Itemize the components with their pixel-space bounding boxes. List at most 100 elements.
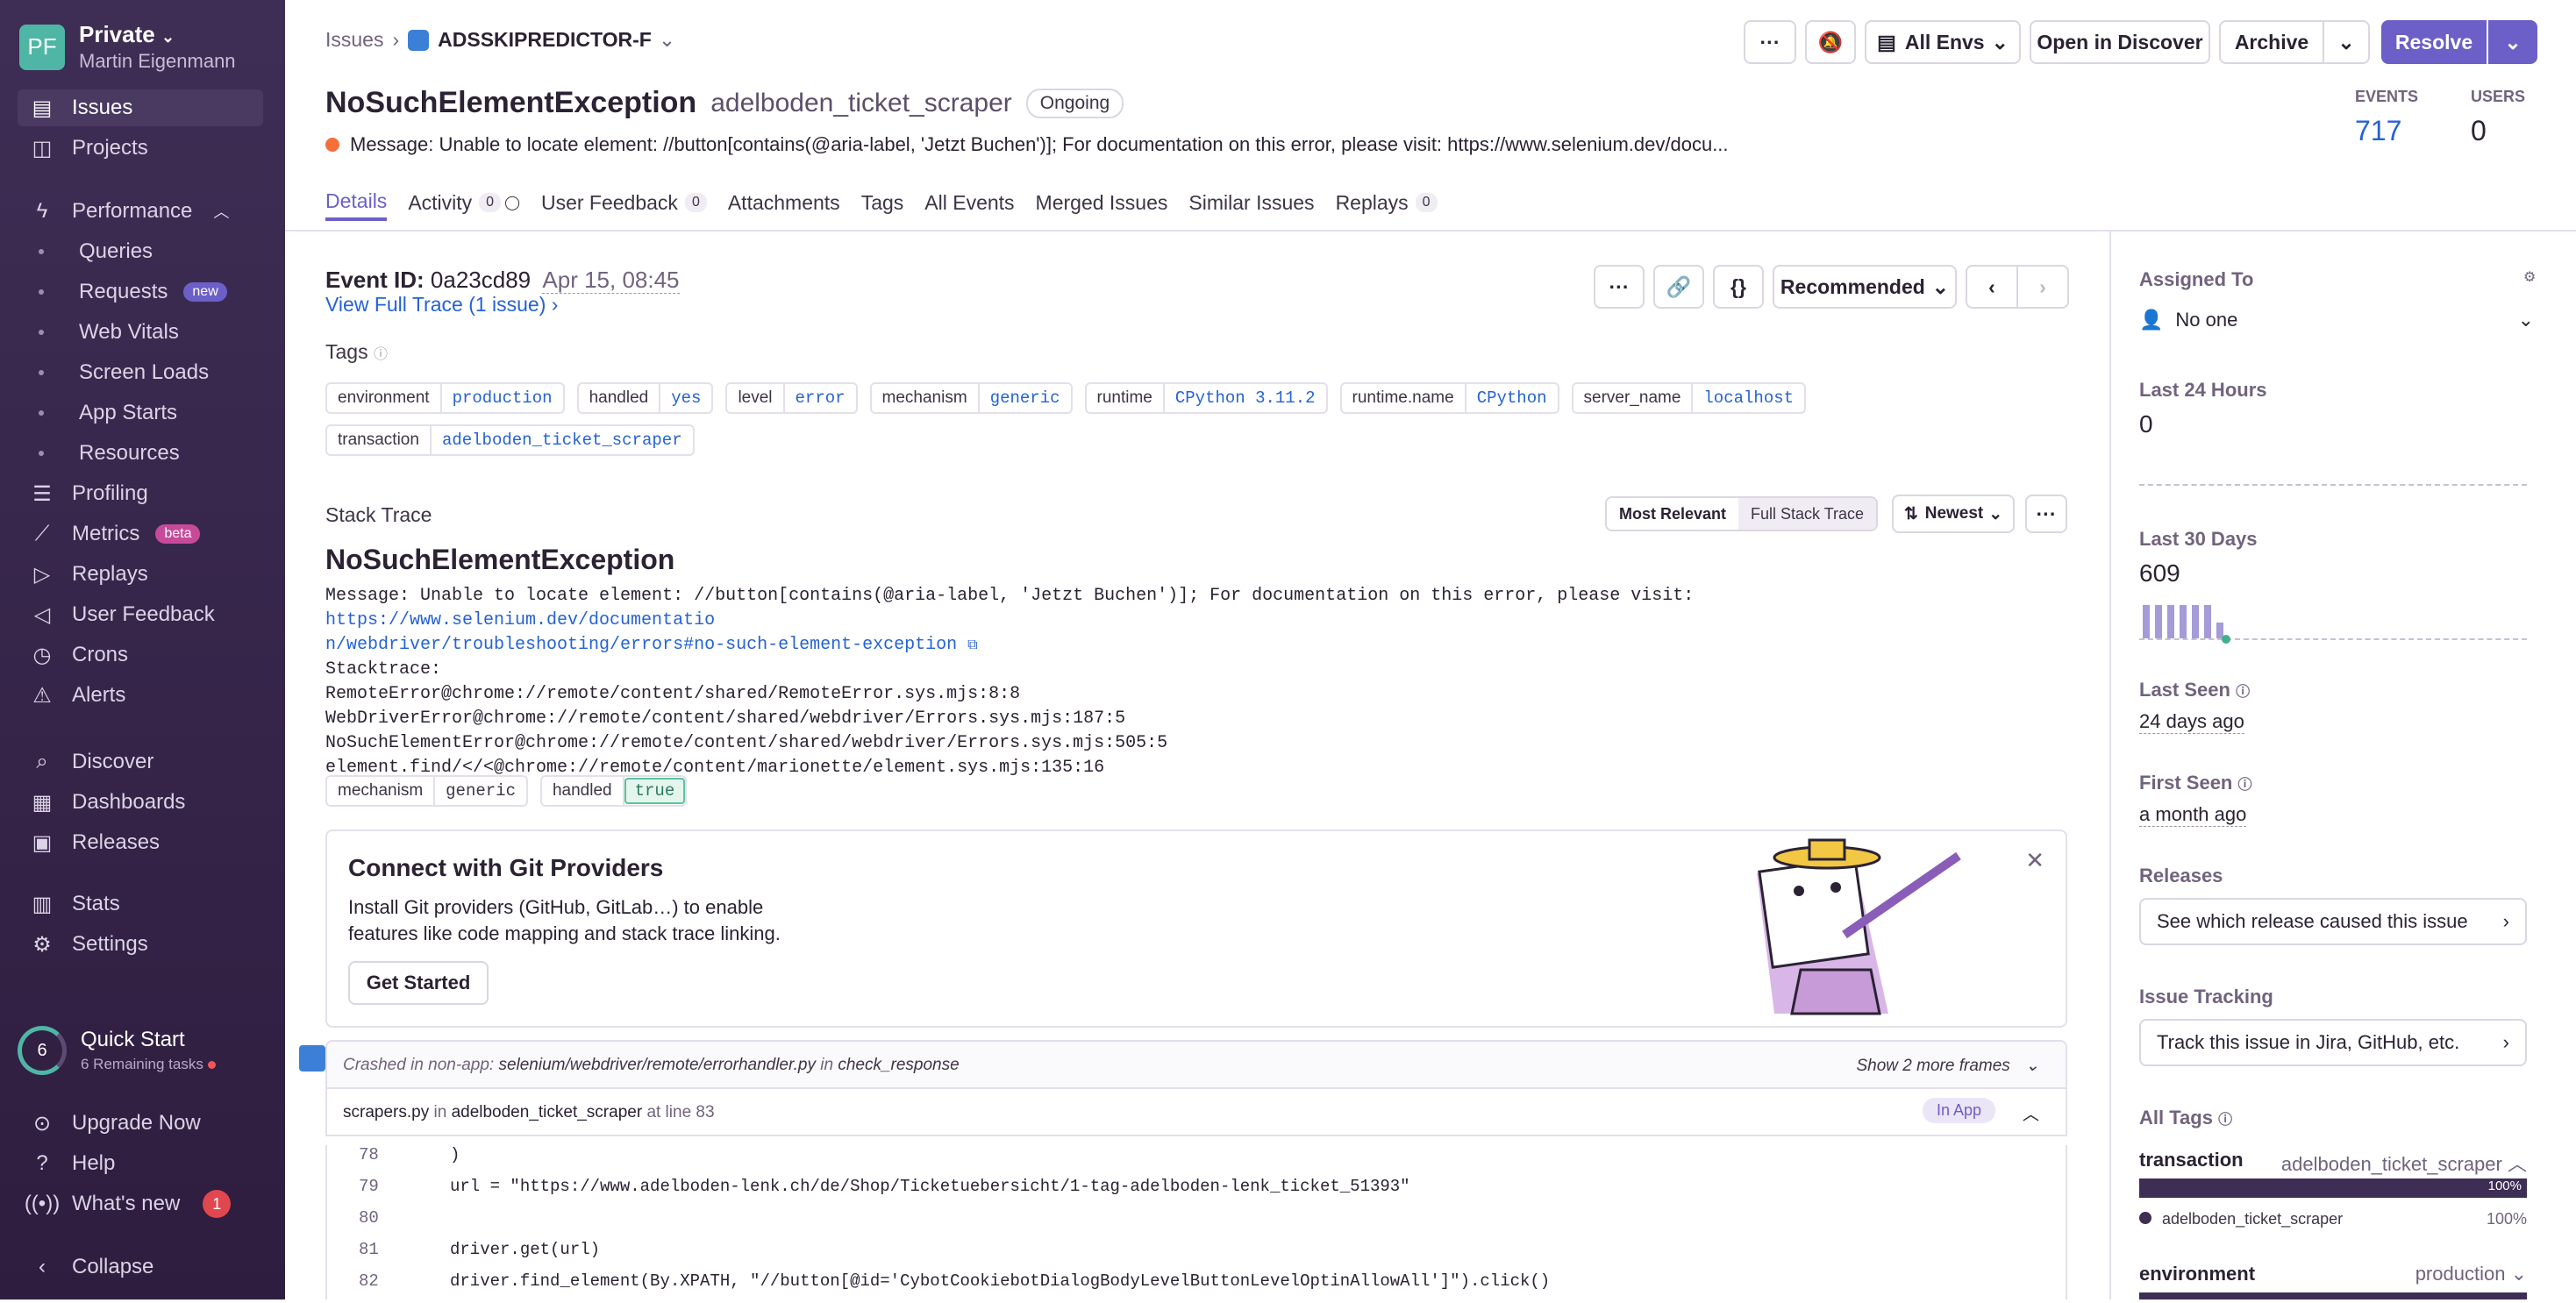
sidebar-item-app-starts[interactable]: App Starts xyxy=(18,395,263,431)
gear-icon: ⚙ xyxy=(32,932,52,957)
crashed-frame-text: Crashed in non-app: selenium/webdriver/r… xyxy=(343,1056,960,1075)
tab-all-events[interactable]: All Events xyxy=(924,184,1014,221)
crashed-in: in xyxy=(820,1056,834,1074)
close-icon[interactable]: ✕ xyxy=(2025,847,2044,874)
show-more-frames[interactable]: Show 2 more frames ⌄ xyxy=(1857,1056,2040,1076)
env-label: All Envs xyxy=(1904,30,1985,53)
mute-button[interactable]: 🔕 xyxy=(1805,20,1856,64)
view-full-trace-link[interactable]: View Full Trace (1 issue) › xyxy=(325,293,558,317)
get-started-button[interactable]: Get Started xyxy=(348,961,489,1005)
bullet-icon xyxy=(39,330,44,335)
tab-details[interactable]: Details xyxy=(325,184,388,221)
issue-tracking-button[interactable]: Track this issue in Jira, GitHub, etc. › xyxy=(2139,1019,2527,1066)
more-button[interactable]: ··· xyxy=(1744,20,1796,64)
json-button[interactable]: {} xyxy=(1713,265,1764,309)
sort-dropdown[interactable]: ⇅ Newest ⌄ xyxy=(1892,495,2015,533)
sidebar-item-performance[interactable]: ϟ Performance ︿ xyxy=(18,193,263,230)
sidebar-item-dashboards[interactable]: ▦ Dashboards xyxy=(18,784,263,821)
release-button[interactable]: See which release caused this issue › xyxy=(2139,898,2527,945)
most-relevant-button[interactable]: Most Relevant xyxy=(1607,498,1739,530)
copy-link-button[interactable]: 🔗 xyxy=(1653,265,1704,309)
sidebar-item-upgrade[interactable]: ⊙ Upgrade Now xyxy=(18,1105,263,1142)
archive-dropdown[interactable]: ⌄ xyxy=(2323,20,2370,64)
trace-line: NoSuchElementError@chrome://remote/conte… xyxy=(325,733,1168,753)
gear-icon[interactable]: ⚙ xyxy=(2523,268,2536,286)
sidebar-item-metrics[interactable]: ⟋ Metrics beta xyxy=(18,516,263,552)
org-switcher[interactable]: PF Private ⌄ Martin Eigenmann xyxy=(19,21,236,73)
trace-view-toggle: Most Relevant Full Stack Trace xyxy=(1605,496,1879,531)
sidebar-item-projects[interactable]: ◫ Projects xyxy=(18,130,263,167)
last-seen-label: Last Seen ⓘ xyxy=(2139,679,2250,701)
resolve-button[interactable]: Resolve xyxy=(2381,20,2487,64)
tag-environment-header[interactable]: environment production ⌄ xyxy=(2139,1263,2527,1285)
sidebar-item-label: Stats xyxy=(72,892,120,915)
quick-start[interactable]: 6 Quick Start 6 Remaining tasks xyxy=(18,1026,216,1075)
frame-line: at line 83 xyxy=(646,1103,715,1121)
next-event-button[interactable]: › xyxy=(2016,265,2069,309)
breadcrumb-issues[interactable]: Issues xyxy=(325,28,383,52)
tag-value-row[interactable]: adelboden_ticket_scraper 100% xyxy=(2139,1210,2527,1228)
env-selector[interactable]: ▤ All Envs ⌄ xyxy=(1865,20,2021,64)
tag-item[interactable]: server_name localhost xyxy=(1571,382,1807,414)
sidebar-item-help[interactable]: ? Help xyxy=(18,1145,263,1182)
tag-item[interactable]: level error xyxy=(725,382,858,414)
sidebar-item-crons[interactable]: ◷ Crons xyxy=(18,637,263,673)
sidebar-item-screen-loads[interactable]: Screen Loads xyxy=(18,354,263,391)
event-id: Event ID: 0a23cd89 Apr 15, 08:45 xyxy=(325,267,680,294)
sidebar-item-queries[interactable]: Queries xyxy=(18,233,263,270)
breadcrumb-project[interactable]: ADSSKIPREDICTOR-F xyxy=(438,28,652,52)
sidebar-item-profiling[interactable]: ☰ Profiling xyxy=(18,475,263,512)
archive-button[interactable]: Archive xyxy=(2219,20,2324,64)
resolve-dropdown[interactable]: ⌄ xyxy=(2488,20,2537,64)
lightning-icon: ϟ xyxy=(36,199,48,223)
tag-item[interactable]: transaction adelboden_ticket_scraper xyxy=(325,424,695,456)
open-discover-button[interactable]: Open in Discover xyxy=(2030,20,2210,64)
tab-label: Activity xyxy=(408,190,473,214)
tag-item[interactable]: mechanism generic xyxy=(869,382,1073,414)
chevron-right-icon: › xyxy=(2502,910,2509,932)
events-value[interactable]: 717 xyxy=(2355,115,2418,147)
docs-link[interactable]: https://www.selenium.dev/documentatio xyxy=(325,610,715,630)
event-more-button[interactable]: ··· xyxy=(1594,265,1645,309)
tag-item[interactable]: handled yes xyxy=(576,382,714,414)
sidebar-item-stats[interactable]: ▥ Stats xyxy=(18,886,263,922)
tag-transaction-header[interactable]: transaction adelboden_ticket_scraper ︿ xyxy=(2139,1149,2527,1177)
sidebar-item-user-feedback[interactable]: ◁ User Feedback xyxy=(18,596,263,633)
tab-replays[interactable]: Replays 0 xyxy=(1336,184,1438,221)
tag-item[interactable]: runtime CPython 3.11.2 xyxy=(1084,382,1328,414)
bell-off-icon: 🔕 xyxy=(1817,30,1844,53)
sidebar-item-resources[interactable]: Resources xyxy=(18,435,263,472)
full-trace-button[interactable]: Full Stack Trace xyxy=(1738,498,1877,530)
tab-activity[interactable]: Activity 0 ◯ xyxy=(408,184,520,221)
assignee-dropdown[interactable]: 👤 No one ⌄ xyxy=(2139,309,2534,331)
tab-user-feedback[interactable]: User Feedback 0 xyxy=(541,184,707,221)
tag-item[interactable]: runtime.name CPython xyxy=(1339,382,1559,414)
tab-similar-issues[interactable]: Similar Issues xyxy=(1188,184,1314,221)
sidebar-item-issues[interactable]: ▤ Issues xyxy=(18,89,263,126)
tab-attachments[interactable]: Attachments xyxy=(728,184,840,221)
trace-more-button[interactable]: ··· xyxy=(2025,495,2067,533)
sidebar-item-label: App Starts xyxy=(79,401,178,424)
sidebar-item-whats-new[interactable]: ((•)) What's new 1 xyxy=(18,1186,263,1222)
sidebar-item-requests[interactable]: Requests new xyxy=(18,274,263,310)
tab-merged-issues[interactable]: Merged Issues xyxy=(1036,184,1168,221)
sidebar-item-settings[interactable]: ⚙ Settings xyxy=(18,926,263,963)
tag-key: environment xyxy=(327,384,442,412)
tags-section-label: Tags ⓘ xyxy=(325,340,388,364)
recommended-dropdown[interactable]: Recommended ⌄ xyxy=(1773,265,1957,309)
crashed-frame-row[interactable]: Crashed in non-app: selenium/webdriver/r… xyxy=(325,1040,2067,1089)
sidebar-item-discover[interactable]: ⌕ Discover xyxy=(18,744,263,780)
docs-link-cont[interactable]: n/webdriver/troubleshooting/errors#no-su… xyxy=(325,635,957,655)
sidebar-item-web-vitals[interactable]: Web Vitals xyxy=(18,314,263,351)
sidebar-item-releases[interactable]: ▣ Releases xyxy=(18,824,263,861)
chevron-up-icon[interactable]: ︿ xyxy=(2023,1101,2039,1125)
app-frame-row[interactable]: scrapers.py in adelboden_ticket_scraper … xyxy=(325,1087,2067,1136)
sidebar-item-replays[interactable]: ▷ Replays xyxy=(18,556,263,593)
prev-event-button[interactable]: ‹ xyxy=(1966,265,2018,309)
info-icon: ⓘ xyxy=(2236,685,2251,700)
tag-item[interactable]: environment production xyxy=(325,382,565,414)
sidebar-collapse[interactable]: ‹ Collapse xyxy=(18,1249,263,1285)
tab-tags[interactable]: Tags xyxy=(861,184,904,221)
sidebar-item-alerts[interactable]: ⚠ Alerts xyxy=(18,677,263,714)
tag-key: runtime xyxy=(1087,384,1165,412)
